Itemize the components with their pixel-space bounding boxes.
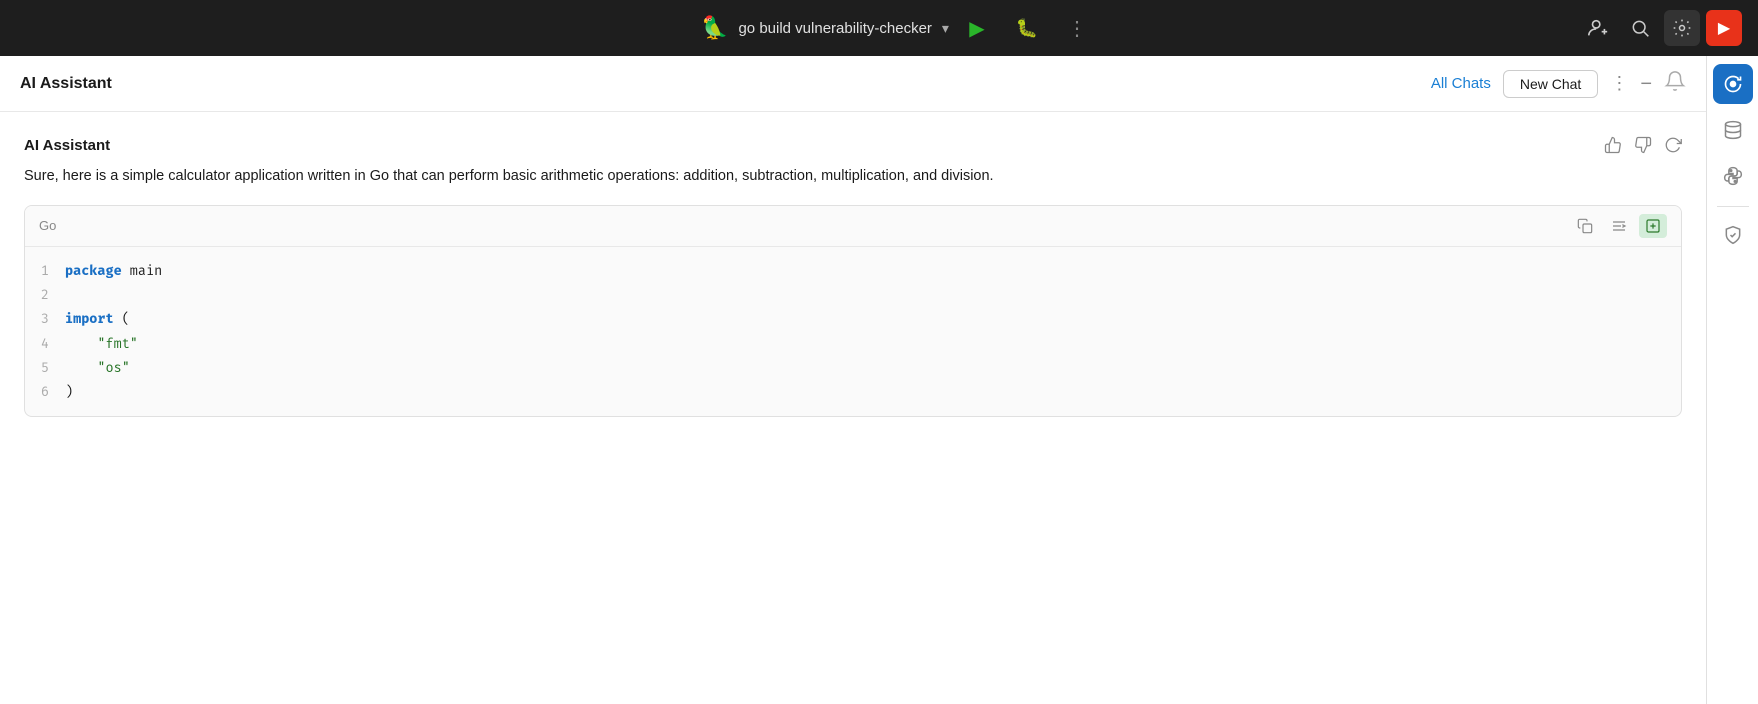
message-text: Sure, here is a simple calculator applic…	[24, 164, 1682, 189]
line-code: import (	[65, 307, 1681, 331]
new-chat-button[interactable]: New Chat	[1503, 70, 1598, 98]
line-code: "fmt"	[65, 332, 1681, 356]
minimize-button[interactable]: −	[1640, 74, 1652, 94]
code-line: 4 "fmt"	[25, 332, 1681, 356]
main-layout: AI Assistant All Chats New Chat ⋮ − AI	[0, 56, 1758, 704]
ai-panel-title: AI Assistant	[20, 75, 112, 93]
line-code: package main	[65, 259, 1681, 283]
flame-button[interactable]: ▶	[1706, 10, 1742, 46]
code-block-header: Go	[25, 206, 1681, 247]
refresh-button[interactable]	[1664, 136, 1682, 154]
more-options-button[interactable]: ⋮	[1059, 10, 1095, 46]
line-number: 6	[25, 380, 65, 404]
sidebar-divider	[1717, 206, 1749, 207]
copy-code-button[interactable]	[1571, 214, 1599, 238]
search-button[interactable]	[1622, 10, 1658, 46]
code-line: 5 "os"	[25, 356, 1681, 380]
code-block: Go	[24, 205, 1682, 418]
line-number: 4	[25, 332, 65, 356]
top-toolbar: 🦜 go build vulnerability-checker ▾ ▶ 🐛 ⋮	[0, 0, 1758, 56]
code-language-label: Go	[39, 218, 56, 233]
code-line: 6 )	[25, 380, 1681, 404]
code-header-actions	[1571, 214, 1667, 238]
run-button[interactable]: ▶	[959, 10, 995, 46]
right-sidebar	[1706, 56, 1758, 704]
code-line: 1 package main	[25, 259, 1681, 283]
line-number: 2	[25, 283, 65, 307]
sidebar-database-button[interactable]	[1713, 110, 1753, 150]
insert-code-button[interactable]	[1639, 214, 1667, 238]
toolbar-right: ▶	[1580, 10, 1742, 46]
ai-panel-content: AI Assistant	[0, 112, 1706, 704]
project-icon: 🦜	[701, 15, 728, 41]
code-line: 3 import (	[25, 307, 1681, 331]
message-header: AI Assistant	[24, 136, 1682, 154]
debug-button[interactable]: 🐛	[1009, 10, 1045, 46]
thumbs-down-button[interactable]	[1634, 136, 1652, 154]
message-block: AI Assistant	[24, 136, 1682, 417]
line-code	[65, 283, 1681, 307]
add-profile-button[interactable]	[1580, 10, 1616, 46]
code-body: 1 package main 2 3 import (	[25, 247, 1681, 417]
ai-panel-header: AI Assistant All Chats New Chat ⋮ −	[0, 56, 1706, 112]
line-code: "os"	[65, 356, 1681, 380]
all-chats-button[interactable]: All Chats	[1431, 75, 1491, 92]
toolbar-actions: ▶ 🐛 ⋮	[959, 10, 1095, 46]
message-actions	[1604, 136, 1682, 154]
settings-button[interactable]	[1664, 10, 1700, 46]
notification-bell-button[interactable]	[1664, 70, 1686, 98]
toolbar-center: 🦜 go build vulnerability-checker ▾ ▶ 🐛 ⋮	[701, 10, 1095, 46]
wrap-code-button[interactable]	[1605, 214, 1633, 238]
sidebar-security-button[interactable]	[1713, 215, 1753, 255]
message-sender: AI Assistant	[24, 137, 110, 154]
ai-panel: AI Assistant All Chats New Chat ⋮ − AI	[0, 56, 1706, 704]
chevron-down-icon[interactable]: ▾	[942, 20, 949, 37]
line-number: 3	[25, 307, 65, 331]
project-name-label: go build vulnerability-checker	[738, 20, 931, 37]
line-code: )	[65, 380, 1681, 404]
header-more-button[interactable]: ⋮	[1610, 73, 1628, 94]
sidebar-python-button[interactable]	[1713, 156, 1753, 196]
line-number: 5	[25, 356, 65, 380]
sidebar-ai-chat-button[interactable]	[1713, 64, 1753, 104]
code-line: 2	[25, 283, 1681, 307]
ai-panel-actions: All Chats New Chat ⋮ −	[1431, 70, 1686, 98]
thumbs-up-button[interactable]	[1604, 136, 1622, 154]
line-number: 1	[25, 259, 65, 283]
